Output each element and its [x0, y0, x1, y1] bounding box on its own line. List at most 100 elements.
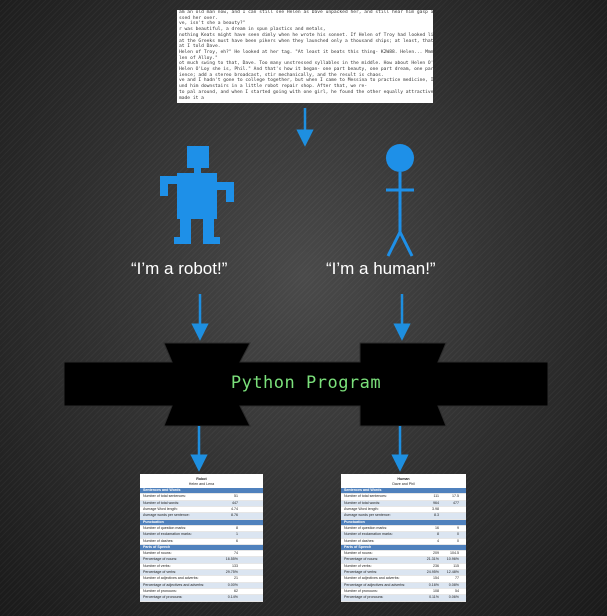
row-label: Number of dashes: — [344, 538, 375, 543]
row-label: Percentage of verbs: — [143, 570, 177, 575]
section-label: Punctuation — [344, 519, 365, 524]
row-value: 0.16% — [428, 582, 439, 587]
table-subtitle: Helen and Lena — [188, 481, 215, 486]
row-value: 133 — [232, 563, 238, 568]
row-value-secondary: 104.5 — [450, 551, 459, 556]
row-value: 3.98 — [432, 507, 439, 512]
row-label: Number of total words: — [344, 500, 381, 505]
row-value-secondary — [238, 576, 258, 581]
row-value-secondary: 10.96% — [446, 557, 459, 562]
row-value-secondary: 12.48% — [446, 570, 459, 575]
human-stats-table: Human Dave and Phil Sentences and Words N… — [341, 474, 466, 602]
table-subtitle: Dave and Phil — [392, 481, 415, 486]
row-label: Percentage of adjectives and adverbs: — [143, 582, 205, 587]
row-value-secondary — [238, 557, 258, 562]
row-label: Number of verbs: — [344, 563, 372, 568]
robot-stats-table: Robot Helen and Lena Sentences and Words… — [140, 474, 263, 602]
row-value: 108 — [433, 588, 439, 593]
row-label: Number of pronouns: — [344, 588, 378, 593]
row-label: Number of dashes: — [143, 538, 174, 543]
row-value: 16 — [435, 525, 439, 530]
row-value: 209 — [433, 551, 439, 556]
row-value: 8 — [437, 532, 439, 537]
row-value: 51 — [234, 494, 238, 499]
row-value: 447 — [232, 500, 238, 505]
row-label: Number of nouns: — [344, 551, 373, 556]
row-label: Number of verbs: — [143, 563, 171, 568]
row-label: Percentage of pronouns: — [143, 595, 183, 600]
row-label: Number of question marks: — [344, 525, 388, 530]
row-label: Number of total sentences: — [344, 494, 387, 499]
robot-quote: “I’m a robot!” — [131, 259, 228, 278]
robot-icon — [160, 146, 234, 244]
section-label: Parts of Speech — [344, 544, 372, 549]
row-value-secondary: 0 — [457, 532, 459, 537]
row-value: 0.14% — [227, 595, 238, 600]
row-value-secondary: 0.08% — [448, 582, 459, 587]
row-label: Average Word length: — [143, 507, 178, 512]
row-label: Average Word length: — [344, 507, 379, 512]
row-value: 4.74 — [231, 507, 238, 512]
row-label: Average words per sentence: — [143, 513, 190, 518]
row-value-secondary — [439, 507, 459, 512]
row-label: Number of adjectives and adverbs: — [143, 576, 199, 581]
row-value-secondary — [238, 583, 258, 588]
row-value: 16.55% — [225, 557, 238, 562]
row-value-secondary — [238, 595, 258, 600]
row-value: 964 — [433, 500, 439, 505]
table-rows: Sentences and Words Number of total sente… — [140, 488, 263, 602]
row-value-secondary — [238, 570, 258, 575]
row-value-secondary — [238, 526, 258, 531]
row-label: Percentage of pronouns: — [344, 595, 384, 600]
row-label: Number of question marks: — [143, 525, 187, 530]
row-value: 21.31% — [426, 557, 439, 562]
row-label: Percentage of nouns: — [143, 557, 178, 562]
section-label: Sentences and Words — [143, 488, 181, 493]
row-value: 4 — [437, 538, 439, 543]
row-value-secondary: 0 — [457, 538, 459, 543]
row-value: 24.95% — [426, 570, 439, 575]
row-value-secondary — [238, 539, 258, 544]
table-title: Human — [397, 477, 410, 481]
section-label: Sentences and Words — [344, 488, 382, 493]
row-value: 0.00% — [227, 582, 238, 587]
row-value: 62 — [234, 588, 238, 593]
row-label: Number of adjectives and adverbs: — [344, 576, 400, 581]
row-label: Number of total sentences: — [143, 494, 186, 499]
row-label: Number of exclamation marks: — [344, 532, 393, 537]
row-value: 236 — [433, 563, 439, 568]
row-label: Percentage of adjectives and adverbs: — [344, 582, 406, 587]
section-label: Parts of Speech — [143, 544, 171, 549]
diagram-canvas — [63, 108, 549, 472]
row-value-secondary: 9 — [457, 525, 459, 530]
row-value: 21 — [234, 576, 238, 581]
row-value: 74 — [234, 551, 238, 556]
row-value-secondary — [238, 494, 258, 499]
table-title: Robot — [196, 477, 207, 481]
row-value: 8.3 — [434, 513, 439, 518]
row-value-secondary — [238, 513, 258, 518]
human-stick-figure-icon — [386, 144, 414, 257]
row-value: 8 — [236, 525, 238, 530]
row-value-secondary — [238, 507, 258, 512]
row-value: 0.11% — [429, 595, 439, 600]
row-value-secondary — [238, 532, 258, 537]
row-value: 1 — [236, 532, 238, 537]
row-value: 111 — [433, 494, 439, 499]
row-value-secondary — [238, 589, 258, 594]
row-label: Number of nouns: — [143, 551, 172, 556]
row-value: 29.75% — [225, 570, 238, 575]
row-value-secondary — [238, 501, 258, 506]
row-label: Percentage of verbs: — [344, 570, 378, 575]
row-label: Average words per sentence: — [344, 513, 391, 518]
row-value: 6 — [236, 538, 238, 543]
row-value-secondary: 54 — [455, 588, 459, 593]
row-value-secondary: 115 — [453, 563, 459, 568]
section-label: Punctuation — [143, 519, 164, 524]
row-value-secondary: 77 — [455, 576, 459, 581]
row-value: 8.76 — [231, 513, 238, 518]
row-value-secondary: 0.06% — [448, 595, 459, 600]
row-value-secondary — [238, 551, 258, 556]
program-label: Python Program — [230, 373, 382, 393]
row-label: Number of total words: — [143, 500, 180, 505]
